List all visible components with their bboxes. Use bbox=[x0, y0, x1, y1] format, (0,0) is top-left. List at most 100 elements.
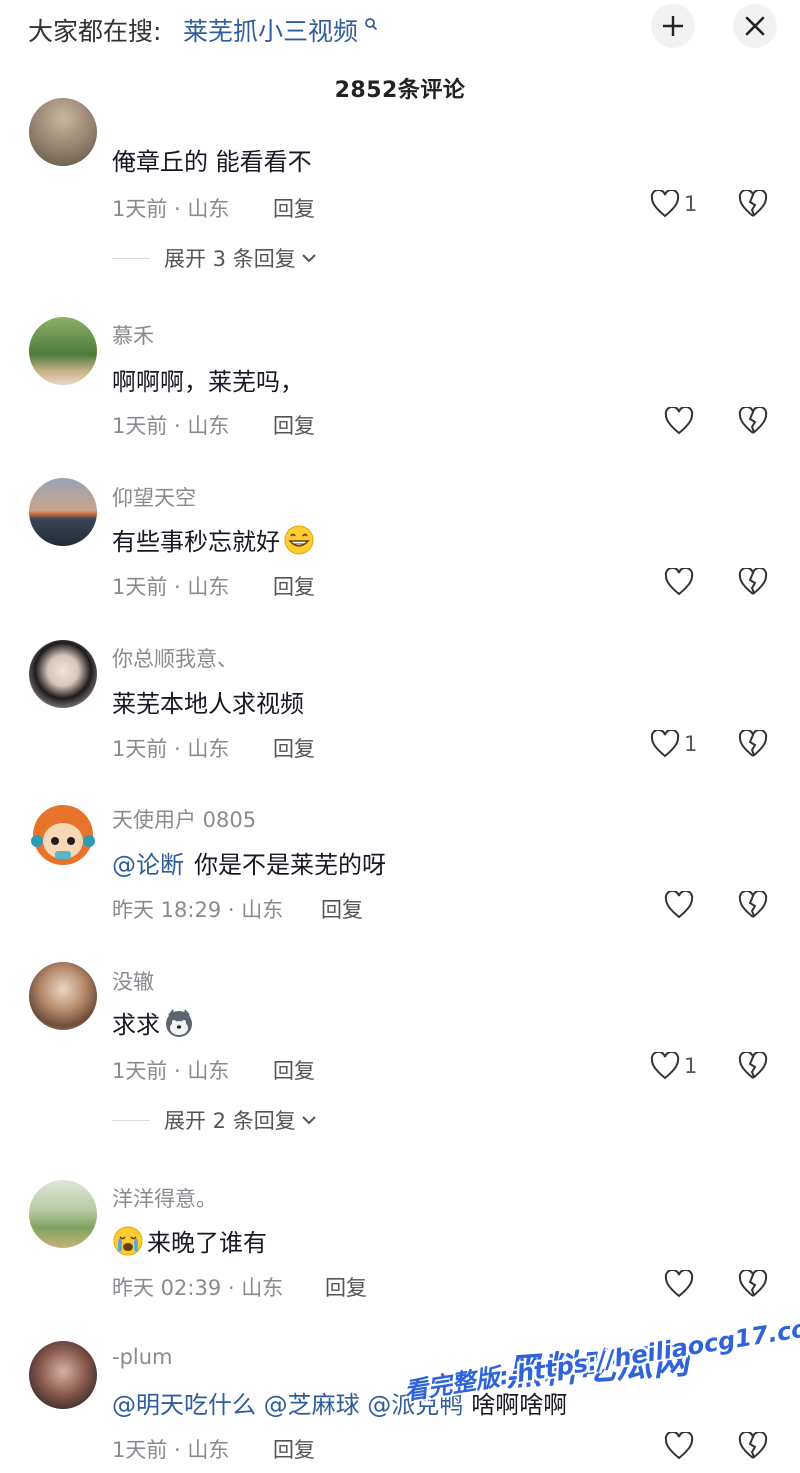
reply-button[interactable]: 回复 bbox=[321, 894, 363, 924]
username[interactable]: 仰望天空 bbox=[112, 482, 196, 512]
like-button[interactable] bbox=[664, 891, 694, 919]
avatar[interactable] bbox=[29, 1341, 97, 1409]
chevron-down-icon bbox=[302, 1116, 316, 1125]
dislike-button[interactable] bbox=[738, 1430, 768, 1464]
comment-text: 莱芜本地人求视频 bbox=[112, 690, 304, 718]
broken-heart-icon bbox=[738, 889, 768, 918]
broken-heart-icon bbox=[738, 566, 768, 595]
mention-link[interactable]: @论断 bbox=[112, 845, 184, 880]
like-button[interactable]: 1 bbox=[650, 730, 697, 758]
comment-text: 啊啊啊，莱芜吗， bbox=[112, 368, 304, 396]
close-button[interactable] bbox=[733, 4, 777, 48]
username[interactable]: 天使用户 0805 bbox=[112, 804, 256, 834]
comment-count: 2852条评论 bbox=[334, 78, 466, 103]
comment-text: 求求 bbox=[112, 1005, 195, 1040]
avatar[interactable] bbox=[29, 962, 97, 1030]
expand-replies-label: 展开 2 条回复 bbox=[164, 1109, 296, 1133]
collapse-button[interactable] bbox=[651, 4, 695, 48]
comment-meta: 1天前 · 山东 bbox=[112, 575, 230, 599]
search-suggestion-link[interactable]: 莱芜抓小三视频 bbox=[183, 12, 378, 48]
like-count: 1 bbox=[684, 192, 698, 216]
broken-heart-icon bbox=[738, 405, 768, 434]
like-button[interactable]: 1 bbox=[650, 190, 697, 218]
heart-icon bbox=[664, 568, 694, 596]
crying-emoji-icon bbox=[113, 1226, 143, 1255]
dislike-button[interactable] bbox=[738, 889, 768, 923]
username[interactable]: -plum bbox=[112, 1345, 173, 1369]
top-search-bar: 大家都在搜: 莱芜抓小三视频 bbox=[0, 0, 800, 56]
reply-button[interactable]: 回复 bbox=[273, 1434, 315, 1464]
watermark-url: 看完整版: https://heiliaocg17.com bbox=[402, 1310, 800, 1406]
heart-icon bbox=[664, 407, 694, 435]
avatar[interactable] bbox=[29, 478, 97, 546]
comment-meta: 1天前 · 山东 bbox=[112, 1059, 230, 1083]
search-prefix: 大家都在搜: bbox=[28, 17, 162, 46]
dislike-button[interactable] bbox=[738, 188, 768, 222]
comment-text-body: 你是不是莱芜的呀 bbox=[194, 851, 386, 879]
reply-button[interactable]: 回复 bbox=[273, 193, 315, 223]
avatar[interactable] bbox=[29, 317, 97, 385]
search-term-text: 莱芜抓小三视频 bbox=[183, 17, 359, 46]
reply-button[interactable]: 回复 bbox=[273, 571, 315, 601]
username[interactable]: 洋洋得意。 bbox=[112, 1183, 217, 1213]
expand-replies-button[interactable]: 展开 3 条回复 bbox=[112, 243, 318, 273]
username[interactable]: 慕禾 bbox=[112, 320, 154, 350]
close-icon bbox=[745, 16, 765, 36]
husky-emoji-icon bbox=[166, 1008, 192, 1037]
heart-icon bbox=[664, 1432, 694, 1460]
divider bbox=[112, 257, 150, 259]
comment-text: 来晚了谁有 bbox=[112, 1223, 267, 1258]
avatar[interactable] bbox=[29, 801, 97, 869]
like-count: 1 bbox=[684, 732, 698, 756]
cartoon-avatar-icon bbox=[31, 805, 95, 865]
heart-icon bbox=[664, 891, 694, 919]
dislike-button[interactable] bbox=[738, 566, 768, 600]
like-button[interactable] bbox=[664, 1270, 694, 1298]
heart-icon bbox=[664, 1270, 694, 1298]
comment-text-body: 有些事秒忘就好 bbox=[112, 528, 280, 556]
dislike-button[interactable] bbox=[738, 1268, 768, 1302]
broken-heart-icon bbox=[738, 1430, 768, 1459]
broken-heart-icon bbox=[738, 188, 768, 217]
broken-heart-icon bbox=[738, 1268, 768, 1297]
reply-button[interactable]: 回复 bbox=[273, 1055, 315, 1085]
comment-text: 有些事秒忘就好 bbox=[112, 522, 315, 557]
avatar[interactable] bbox=[29, 640, 97, 708]
comment-meta: 1天前 · 山东 bbox=[112, 737, 230, 761]
collapse-icon bbox=[663, 16, 683, 36]
comment-text: 俺章丘的 能看看不 bbox=[112, 148, 312, 176]
avatar[interactable] bbox=[29, 98, 97, 166]
username[interactable]: 没辙 bbox=[112, 966, 154, 996]
comment-meta: 1天前 · 山东 bbox=[112, 197, 230, 221]
dislike-button[interactable] bbox=[738, 1050, 768, 1084]
broken-heart-icon bbox=[738, 1050, 768, 1079]
like-button[interactable]: 1 bbox=[650, 1052, 697, 1080]
reply-button[interactable]: 回复 bbox=[273, 733, 315, 763]
reply-button[interactable]: 回复 bbox=[325, 1272, 367, 1302]
expand-replies-label: 展开 3 条回复 bbox=[164, 247, 296, 271]
chevron-down-icon bbox=[302, 254, 316, 263]
reply-button[interactable]: 回复 bbox=[273, 410, 315, 440]
heart-icon bbox=[650, 730, 680, 758]
divider bbox=[112, 1119, 150, 1121]
comment-meta: 昨天 02:39 · 山东 bbox=[112, 1276, 284, 1300]
broken-heart-icon bbox=[738, 728, 768, 757]
grinning-emoji-icon bbox=[284, 525, 314, 554]
like-count: 1 bbox=[684, 1054, 698, 1078]
search-icon bbox=[360, 17, 378, 35]
comment-text: @论断 你是不是莱芜的呀 bbox=[112, 845, 386, 880]
username[interactable]: 你总顺我意、 bbox=[112, 643, 238, 673]
heart-icon bbox=[650, 190, 680, 218]
comment-text-body: 来晚了谁有 bbox=[147, 1229, 267, 1257]
dislike-button[interactable] bbox=[738, 405, 768, 439]
comment-meta: 昨天 18:29 · 山东 bbox=[112, 898, 284, 922]
dislike-button[interactable] bbox=[738, 728, 768, 762]
comment-meta: 1天前 · 山东 bbox=[112, 1438, 230, 1462]
comment-meta: 1天前 · 山东 bbox=[112, 414, 230, 438]
like-button[interactable] bbox=[664, 1432, 694, 1460]
like-button[interactable] bbox=[664, 568, 694, 596]
comment-text-body: 求求 bbox=[112, 1011, 160, 1039]
expand-replies-button[interactable]: 展开 2 条回复 bbox=[112, 1105, 318, 1135]
avatar[interactable] bbox=[29, 1180, 97, 1248]
like-button[interactable] bbox=[664, 407, 694, 435]
